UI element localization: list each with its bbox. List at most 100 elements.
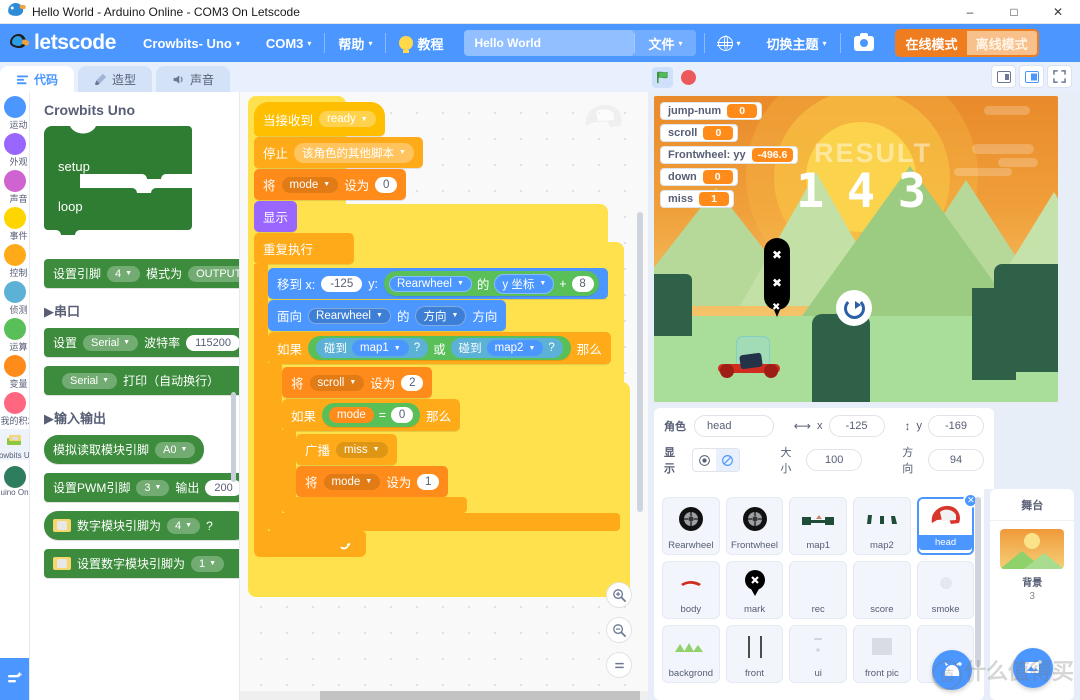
sprite-item-front[interactable]: front [725, 625, 784, 683]
menu-board-select[interactable]: Crowbits- Uno ▾ [130, 24, 253, 62]
project-name-input[interactable]: Hello World [464, 30, 635, 56]
category-motion[interactable]: 运动 [0, 96, 29, 131]
large-stage-button[interactable] [1019, 65, 1044, 88]
goto-x-value[interactable]: -125 [321, 275, 363, 292]
digital-read-dropdown[interactable]: 4 ▼ [167, 517, 201, 534]
goto-property-dropdown[interactable]: y 坐标 ▼ [494, 273, 555, 294]
block-or-operator[interactable]: 碰到 map1 ▼ ? 或 碰到 map2 ▼ ? [308, 336, 571, 360]
workspace-horizontal-scrollbar[interactable] [240, 691, 648, 700]
screenshot-button[interactable] [841, 24, 887, 62]
block-palette[interactable]: Crowbits Uno setup loop 设置引脚 4 ▼ 模式为 OUT… [30, 92, 240, 700]
set-mode-variable-dropdown[interactable]: mode ▼ [281, 176, 339, 193]
stage-panel[interactable]: 舞台 背景 3 [990, 489, 1074, 700]
category-sensing[interactable]: 侦测 [0, 281, 29, 316]
add-extension-button[interactable] [0, 658, 29, 700]
serial-baud-value[interactable]: 115200 [186, 334, 239, 351]
monitor-down[interactable]: down 0 [660, 168, 738, 186]
palette-block-serial-baud[interactable]: 设置 Serial ▼ 波特率 115200 [44, 328, 239, 357]
stop-target-dropdown[interactable]: 该角色的其他脚本 ▼ [294, 142, 414, 163]
sprite-item-rearwheel[interactable]: Rearwheel [662, 497, 720, 555]
category-sound[interactable]: 声音 [0, 170, 29, 205]
sprite-item-body[interactable]: body [662, 561, 720, 619]
sprite-item-score[interactable]: score [853, 561, 911, 619]
menu-language[interactable]: ▾ [705, 24, 754, 62]
block-set-scroll[interactable]: 将 scroll ▼ 设为 2 [282, 367, 433, 398]
if-mode-variable[interactable]: mode [329, 407, 374, 423]
block-when-broadcast-received[interactable]: 当接收到 ready ▼ [254, 102, 385, 136]
broadcast-message-dropdown[interactable]: miss ▼ [336, 441, 388, 458]
sprite-x-input[interactable]: -125 [828, 415, 885, 437]
set-mode-value[interactable]: 0 [375, 176, 398, 193]
offline-mode-button[interactable]: 离线模式 [966, 31, 1037, 55]
touch2-target-dropdown[interactable]: map2 ▼ [486, 340, 544, 356]
category-variables[interactable]: 变量 [0, 355, 29, 390]
monitor-jump-num[interactable]: jump-num 0 [660, 102, 763, 120]
zoom-out-button[interactable] [606, 617, 632, 643]
goto-operand[interactable]: 8 [571, 275, 594, 292]
sprite-item-rec[interactable]: rec [789, 561, 848, 619]
tab-code[interactable]: 代码 [0, 66, 75, 92]
palette-block-digital-write[interactable]: 设置数字模块引脚为 1 ▼ [44, 549, 239, 578]
block-equals-operator[interactable]: mode = 0 [322, 403, 421, 427]
palette-block-analog-read[interactable]: 模拟读取模块引脚 A0 ▼ [44, 435, 205, 464]
tab-costumes[interactable]: 造型 [78, 66, 153, 92]
if-mode-compare-value[interactable]: 0 [391, 407, 414, 423]
palette-block-digital-read[interactable]: 数字模块引脚为 4 ▼ ? [44, 511, 239, 540]
category-looks[interactable]: 外观 [0, 133, 29, 168]
block-broadcast-miss[interactable]: 广播 miss ▼ [296, 434, 397, 465]
fullscreen-button[interactable] [1047, 65, 1072, 88]
menu-tutorial[interactable]: 教程 [386, 24, 456, 62]
sprite-name-input[interactable]: head [694, 415, 774, 437]
palette-block-setup-loop[interactable]: setup loop [44, 126, 239, 247]
block-forever[interactable]: 重复执行 [254, 233, 354, 264]
hide-sprite-button[interactable] [715, 449, 740, 471]
block-point-towards[interactable]: 面向 Rearwheel ▼ 的 方向 ▼ 方向 [268, 300, 507, 331]
category-myblocks[interactable]: 我的积木 [0, 392, 29, 427]
sprite-item-map2[interactable]: map2 [853, 497, 911, 555]
sprite-item-map1[interactable]: map1 [789, 497, 848, 555]
sprite-item-mark[interactable]: mark [725, 561, 784, 619]
sprite-item-smoke[interactable]: smoke [916, 561, 975, 619]
sprite-size-input[interactable]: 100 [806, 449, 863, 471]
category-control[interactable]: 控制 [0, 244, 29, 279]
close-button[interactable]: ✕ [1036, 0, 1080, 24]
category-arduino-online[interactable]: Arduino Online [0, 466, 29, 497]
sprite-item-front-pic[interactable]: front pic [853, 625, 911, 683]
palette-scrollbar[interactable] [231, 392, 236, 482]
online-mode-button[interactable]: 在线模式 [896, 31, 967, 55]
pwm-dropdown[interactable]: 3 ▼ [136, 479, 170, 496]
tab-sounds[interactable]: 声音 [156, 66, 231, 92]
set-mode2-variable-dropdown[interactable]: mode ▼ [323, 473, 381, 490]
zoom-in-button[interactable] [606, 582, 632, 608]
block-touching-map1[interactable]: 碰到 map1 ▼ ? [316, 338, 429, 358]
monitor-frontwheel-yy[interactable]: Frontwheel: yy -496.6 [660, 146, 799, 164]
goto-sprite-dropdown[interactable]: Rearwheel ▼ [388, 275, 472, 292]
sprite-item-head[interactable]: ✕ head [916, 493, 979, 555]
sprite-item-frontwheel[interactable]: Frontwheel [725, 497, 784, 555]
sprite-y-input[interactable]: -169 [928, 415, 984, 437]
block-if-touching[interactable]: 如果 碰到 map1 ▼ ? 或 碰到 map2 ▼ ? 那么 [268, 332, 611, 364]
block-add-operator[interactable]: Rearwheel ▼ 的 y 坐标 ▼ + 8 [383, 271, 599, 296]
block-set-mode-1[interactable]: 将 mode ▼ 设为 1 [296, 466, 449, 497]
minimize-button[interactable]: – [948, 0, 992, 24]
add-backdrop-button[interactable] [1013, 648, 1054, 688]
block-stop-other-scripts[interactable]: 停止 该角色的其他脚本 ▼ [254, 137, 423, 168]
palette-section-serial[interactable]: ▶串口 [44, 301, 239, 320]
show-sprite-button[interactable] [693, 449, 716, 471]
point-sprite-dropdown[interactable]: Rearwheel ▼ [308, 307, 391, 324]
palette-section-io[interactable]: ▶输入输出 [44, 408, 239, 427]
category-crowbits-uno[interactable]: Crowbits Uno [0, 429, 29, 460]
stop-button[interactable] [681, 69, 696, 85]
backdrop-thumbnail[interactable] [1000, 529, 1065, 569]
palette-block-pwm[interactable]: 设置PWM引脚 3 ▼ 输出 200 [44, 473, 239, 502]
set-scroll-variable-dropdown[interactable]: scroll ▼ [309, 374, 365, 391]
set-mode2-value[interactable]: 1 [417, 473, 440, 490]
serial-baud-dropdown[interactable]: Serial ▼ [83, 334, 139, 351]
sprite-item-ui[interactable]: ui [789, 625, 848, 683]
sprite-direction-input[interactable]: 94 [927, 449, 984, 471]
block-goto-xy[interactable]: 移到 x: -125 y: Rearwheel ▼ 的 y 坐标 ▼ + 8 [268, 268, 608, 299]
maximize-button[interactable]: □ [992, 0, 1036, 24]
block-if-mode-equals[interactable]: 如果 mode = 0 那么 [282, 399, 461, 431]
digital-write-dropdown[interactable]: 1 ▼ [191, 555, 225, 572]
sprite-item-backgrond[interactable]: backgrond [662, 625, 720, 683]
